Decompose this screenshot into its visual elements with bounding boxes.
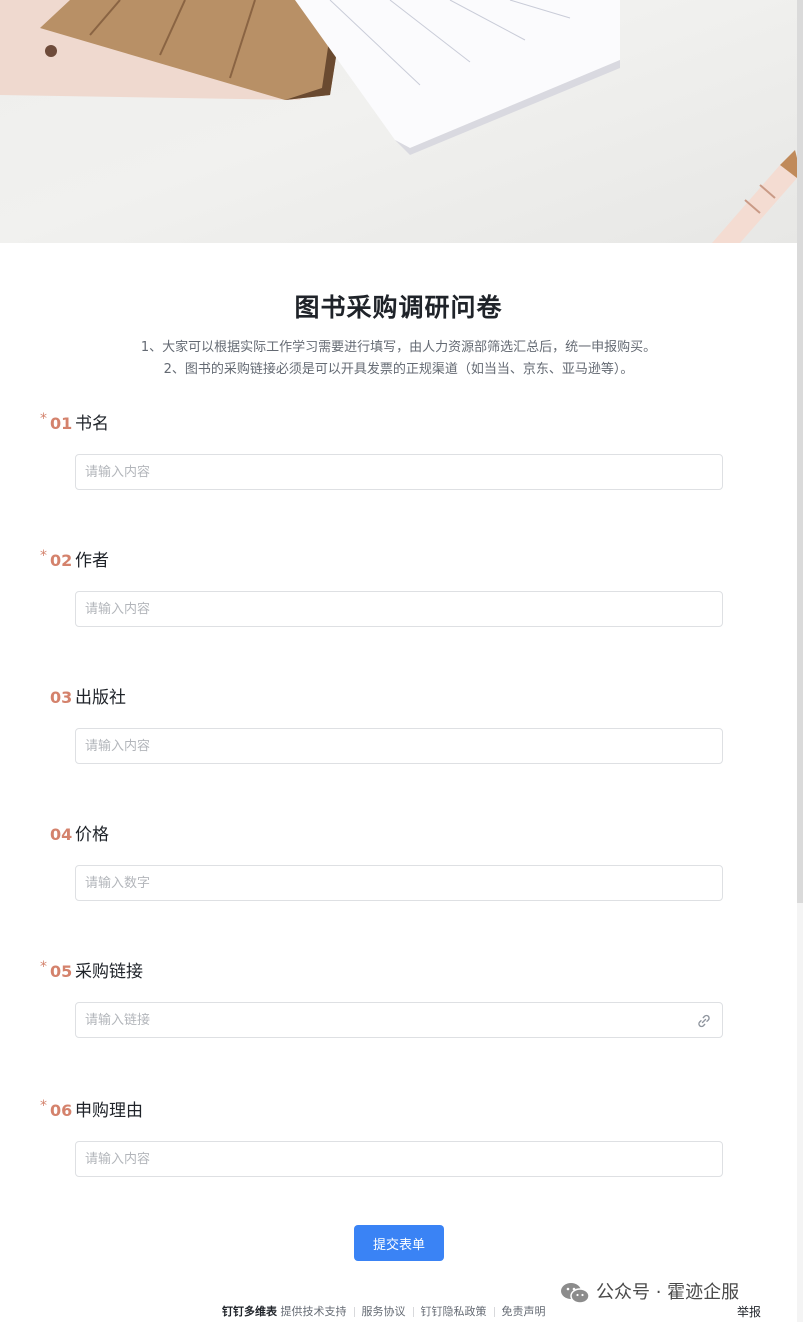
question-title: 出版社	[75, 688, 126, 708]
footer-divider	[353, 1307, 355, 1317]
purchase-link-input[interactable]	[76, 1003, 722, 1037]
question-title: 申购理由	[75, 1101, 143, 1121]
question-label-publisher: 03 出版社	[40, 683, 126, 708]
footer-link-disclaimer[interactable]: 免责声明	[502, 1305, 546, 1318]
book-title-input[interactable]	[76, 455, 722, 489]
purchase-reason-field[interactable]	[75, 1141, 723, 1177]
report-link[interactable]: 举报	[737, 1303, 761, 1320]
footer-support-text: 提供技术支持	[280, 1305, 347, 1318]
notebook-photo	[0, 0, 797, 243]
header-banner-image	[0, 0, 797, 243]
question-number: 03	[50, 688, 73, 707]
wechat-icon	[561, 1283, 590, 1304]
footer-brand[interactable]: 钉钉多维表	[222, 1305, 277, 1318]
purchase-link-field[interactable]	[75, 1002, 723, 1038]
page-footer: 钉钉多维表 提供技术支持 服务协议 钉钉隐私政策 免责声明	[222, 1303, 546, 1319]
required-marker: *	[40, 411, 47, 427]
question-number: 05	[50, 962, 73, 981]
footer-link-terms[interactable]: 服务协议	[362, 1305, 406, 1318]
scrollbar-thumb[interactable]	[797, 0, 803, 903]
question-title: 采购链接	[75, 962, 143, 982]
form-description-line-2: 2、图书的采购链接必须是可以开具发票的正规渠道（如当当、京东、亚马逊等）。	[163, 362, 634, 377]
publisher-field[interactable]	[75, 728, 723, 764]
required-marker: *	[40, 959, 47, 975]
question-label-purchase-reason: * 06 申购理由	[40, 1096, 143, 1121]
link-icon	[698, 1014, 710, 1028]
publisher-input[interactable]	[76, 729, 722, 763]
question-title: 书名	[75, 414, 109, 434]
author-field[interactable]	[75, 591, 723, 627]
question-label-author: * 02 作者	[40, 546, 109, 571]
book-title-field[interactable]	[75, 454, 723, 490]
footer-link-privacy[interactable]: 钉钉隐私政策	[421, 1305, 487, 1318]
question-label-purchase-link: * 05 采购链接	[40, 957, 143, 982]
question-number: 01	[50, 414, 73, 433]
question-title: 价格	[75, 825, 109, 845]
price-input[interactable]	[76, 866, 722, 900]
question-label-price: 04 价格	[40, 820, 109, 845]
author-input[interactable]	[76, 592, 722, 626]
question-number: 04	[50, 825, 73, 844]
form-title: 图书采购调研问卷	[294, 293, 503, 322]
purchase-reason-input[interactable]	[76, 1142, 722, 1176]
required-marker: *	[40, 548, 47, 564]
question-number: 06	[50, 1101, 73, 1120]
footer-divider	[493, 1307, 495, 1317]
footer-divider	[412, 1307, 414, 1317]
price-field[interactable]	[75, 865, 723, 901]
page-scrollbar[interactable]	[797, 0, 803, 1322]
form-description-line-1: 1、大家可以根据实际工作学习需要进行填写，由人力资源部筛选汇总后，统一申报购买。	[140, 340, 657, 355]
question-label-book-title: * 01 书名	[40, 409, 109, 434]
watermark-text: 公众号 · 霍迹企服	[596, 1282, 740, 1303]
question-number: 02	[50, 551, 73, 570]
wechat-watermark: 公众号 · 霍迹企服	[560, 1278, 739, 1305]
required-marker: *	[40, 1098, 47, 1114]
submit-form-button[interactable]: 提交表单	[354, 1225, 444, 1261]
question-title: 作者	[75, 551, 109, 571]
